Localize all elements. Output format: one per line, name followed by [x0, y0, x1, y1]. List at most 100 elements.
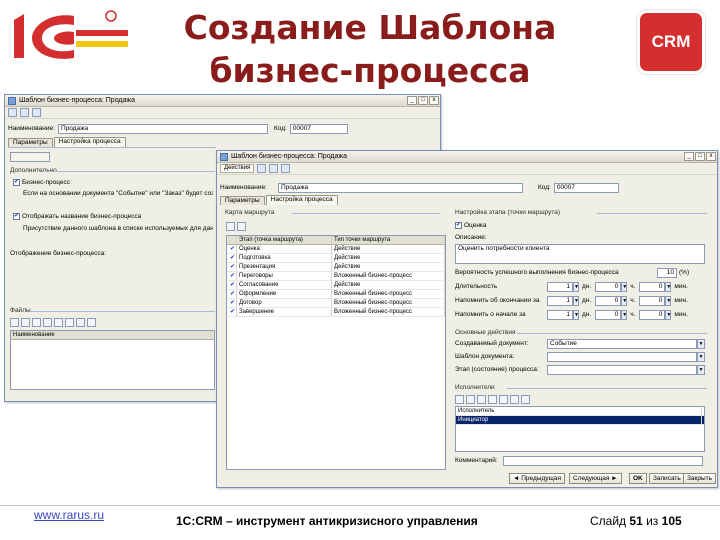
- template-select[interactable]: [547, 351, 697, 362]
- table-row[interactable]: ✔ Переговоры Вложенный бизнес-процесс: [227, 272, 445, 281]
- actions-menu-button[interactable]: Действия: [220, 164, 255, 173]
- column-header[interactable]: Этап (точка маршрута): [237, 236, 332, 244]
- code-input[interactable]: 00007: [553, 182, 619, 193]
- column-header[interactable]: Наименование: [11, 331, 211, 339]
- table-row[interactable]: ✔ Подготовка Действие: [227, 254, 445, 263]
- previous-button[interactable]: ◄ Предыдущая: [509, 473, 565, 484]
- table-row[interactable]: ✔ Договор Вложенный бизнес-процесс: [227, 299, 445, 308]
- edit-icon[interactable]: [477, 395, 486, 404]
- back-window-titlebar[interactable]: Шаблон бизнес-процесса: Продажа _ □ x: [5, 95, 440, 107]
- up-icon[interactable]: [76, 318, 85, 327]
- row-check[interactable]: ✔: [227, 308, 237, 316]
- down-icon[interactable]: [87, 318, 96, 327]
- spin-icon[interactable]: ▼: [621, 295, 628, 306]
- add-icon[interactable]: [455, 395, 464, 404]
- spin-icon[interactable]: ▼: [573, 309, 579, 320]
- maximize-icon[interactable]: □: [695, 152, 705, 161]
- spin-icon[interactable]: ▼: [665, 309, 672, 320]
- close-button[interactable]: Закрыть: [683, 473, 717, 484]
- table-row[interactable]: ✔ Оценка Действие: [227, 245, 445, 254]
- days-input[interactable]: 1: [547, 295, 573, 306]
- list-item[interactable]: Исполнитель: [456, 407, 704, 416]
- front-window[interactable]: Шаблон бизнес-процесса: Продажа _ □ x Де…: [216, 150, 718, 488]
- column-header[interactable]: Тип точки маршрута: [332, 236, 445, 244]
- minutes-input[interactable]: 0: [639, 281, 666, 292]
- list-item[interactable]: Инициатор: [456, 416, 704, 425]
- add-icon[interactable]: [10, 318, 19, 327]
- minutes-input[interactable]: 0: [639, 295, 666, 306]
- save-button[interactable]: Записать: [649, 473, 685, 484]
- refresh-icon[interactable]: [269, 164, 279, 173]
- checkbox[interactable]: ✔: [13, 213, 20, 220]
- days-input[interactable]: 1: [547, 309, 573, 320]
- copy-icon[interactable]: [21, 318, 30, 327]
- checkbox[interactable]: ✔: [13, 179, 20, 186]
- refresh-icon[interactable]: [20, 108, 29, 117]
- table-row[interactable]: ✔ Завершение Вложенный бизнес-процесс: [227, 308, 445, 317]
- row-check[interactable]: ✔: [227, 272, 237, 280]
- dropdown-icon[interactable]: ▼: [697, 364, 705, 375]
- edit-icon[interactable]: [32, 318, 41, 327]
- spin-icon[interactable]: ▼: [573, 295, 579, 306]
- table-row[interactable]: ✔ Оформление Вложенный бизнес-процесс: [227, 290, 445, 299]
- row-check[interactable]: ✔: [227, 299, 237, 307]
- hours-input[interactable]: 0: [595, 309, 622, 320]
- filter-icon[interactable]: [499, 395, 508, 404]
- comment-input[interactable]: [503, 455, 703, 466]
- spin-icon[interactable]: ▼: [621, 281, 628, 292]
- uncheck-icon[interactable]: [237, 222, 246, 231]
- back-input[interactable]: [10, 151, 50, 162]
- minutes-input[interactable]: 0: [639, 309, 666, 320]
- hours-input[interactable]: 0: [595, 281, 622, 292]
- save-icon[interactable]: [257, 164, 267, 173]
- files-grid[interactable]: Наименование: [10, 330, 215, 390]
- delete-icon[interactable]: [43, 318, 52, 327]
- table-row[interactable]: ✔ Согласование Действие: [227, 281, 445, 290]
- create-doc-select[interactable]: Событие: [547, 338, 697, 349]
- filter-icon[interactable]: [54, 318, 63, 327]
- close-icon[interactable]: x: [429, 96, 439, 105]
- ok-button[interactable]: OK: [629, 473, 647, 484]
- dropdown-icon[interactable]: ▼: [697, 338, 705, 349]
- dropdown-icon[interactable]: ▼: [697, 351, 705, 362]
- close-icon[interactable]: x: [706, 152, 716, 161]
- row-check[interactable]: ✔: [227, 245, 237, 253]
- row-check[interactable]: ✔: [227, 281, 237, 289]
- down-icon[interactable]: [521, 395, 530, 404]
- table-row[interactable]: ✔ Презентация Действие: [227, 263, 445, 272]
- name-input[interactable]: Продажа: [58, 123, 268, 134]
- next-button[interactable]: Следующая ►: [569, 473, 622, 484]
- up-icon[interactable]: [510, 395, 519, 404]
- delete-icon[interactable]: [488, 395, 497, 404]
- tab-process-settings[interactable]: Настройка процесса: [265, 195, 338, 205]
- days-input[interactable]: 1: [547, 281, 573, 292]
- sort-icon[interactable]: [65, 318, 74, 327]
- tab-parameters[interactable]: Параметры: [8, 138, 53, 147]
- checkbox[interactable]: ✔: [455, 222, 462, 229]
- code-input[interactable]: 00007: [289, 123, 348, 134]
- spin-icon[interactable]: ▼: [665, 295, 672, 306]
- executors-grid[interactable]: Исполнитель Инициатор: [455, 406, 705, 452]
- minimize-icon[interactable]: _: [684, 152, 694, 161]
- tab-parameters[interactable]: Параметры: [220, 196, 265, 205]
- name-input[interactable]: Продажа: [278, 182, 523, 193]
- front-window-titlebar[interactable]: Шаблон бизнес-процесса: Продажа _ □ x: [217, 151, 717, 163]
- tab-process-settings[interactable]: Настройка процесса: [53, 137, 126, 147]
- spin-icon[interactable]: ▼: [621, 309, 628, 320]
- save-icon[interactable]: [8, 108, 17, 117]
- spin-icon[interactable]: ▼: [665, 281, 672, 292]
- probability-input[interactable]: 10: [657, 267, 677, 278]
- footer-link[interactable]: www.rarus.ru: [34, 508, 104, 522]
- description-input[interactable]: Оценить потребности клиента: [455, 244, 705, 264]
- row-check[interactable]: ✔: [227, 290, 237, 298]
- copy-icon[interactable]: [466, 395, 475, 404]
- hours-input[interactable]: 0: [595, 295, 622, 306]
- row-check[interactable]: ✔: [227, 254, 237, 262]
- state-select[interactable]: [547, 364, 697, 375]
- checkbox-icon[interactable]: [226, 222, 235, 231]
- route-grid[interactable]: Этап (точка маршрута) Тип точки маршрута…: [226, 235, 446, 470]
- minimize-icon[interactable]: _: [407, 96, 417, 105]
- help-icon[interactable]: [32, 108, 41, 117]
- maximize-icon[interactable]: □: [418, 96, 428, 105]
- spin-icon[interactable]: ▼: [573, 281, 579, 292]
